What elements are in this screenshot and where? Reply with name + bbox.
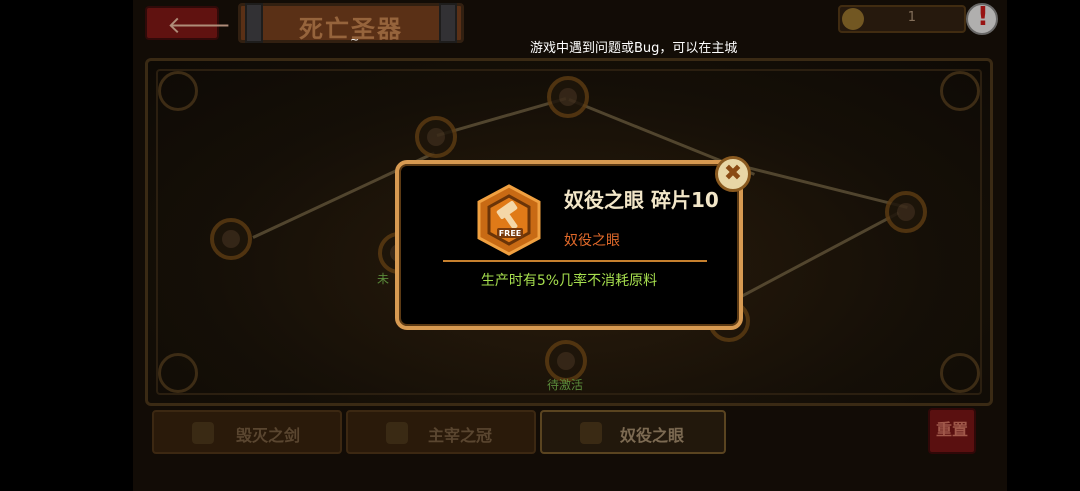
back-button[interactable]: 🡐 [145,6,231,40]
mask-icon [427,128,445,146]
corner-ornament-bottom-left [158,353,198,393]
tab-label: 主宰之冠 [428,426,493,445]
crown-icon [386,422,408,444]
sword-icon [192,422,214,444]
item-info-modal: FREE 奴役之眼 碎片10 奴役之眼 生产时有5%几率不消耗原料 [395,160,743,330]
arrow-left-icon: 🡐 [167,11,232,39]
helmet-icon [559,88,577,106]
tree-node-boot[interactable] [885,191,927,233]
corner-ornament-top-left [158,71,198,111]
tree-node-helmet[interactable] [547,76,589,118]
boot-icon [897,203,915,221]
close-icon: ✖ [723,161,743,186]
stray-glyph: ~ [350,33,360,46]
tab-label: 毁灭之剑 [236,426,301,445]
eye-icon [580,422,602,444]
item-description: 生产时有5%几率不消耗原料 [480,273,658,289]
alert-button[interactable]: ! [966,2,998,35]
reset-button[interactable]: 重置 [928,408,976,454]
tab-label: 奴役之眼 [620,426,685,445]
currency-icon [842,8,864,30]
currency-value: 1 [907,10,916,25]
corner-ornament-bottom-right [940,353,980,393]
item-name: 奴役之眼 碎片10 [564,188,719,212]
skull-icon [222,230,240,248]
item-badge: FREE [477,184,541,256]
currency-counter: 1 [838,5,966,33]
tab-sword[interactable]: 毁灭之剑 [152,410,342,454]
tab-eye[interactable]: 奴役之眼 [540,410,726,454]
tab-crown[interactable]: 主宰之冠 [346,410,536,454]
badge-free-text: FREE [499,229,522,238]
gears-icon [557,352,575,370]
divider [443,260,707,262]
tree-node-mask[interactable] [415,116,457,158]
exclamation-icon: ! [977,2,989,32]
corner-ornament-top-right [940,71,980,111]
close-button[interactable]: ✖ [715,156,751,192]
node-status-label: 待激活 [547,378,584,392]
item-subtitle: 奴役之眼 [564,233,620,249]
scrolling-notice: 游戏中遇到问题或Bug，可以在主城 [530,41,738,56]
node-status-label: 未 [377,272,390,286]
tree-node-skull[interactable] [210,218,252,260]
